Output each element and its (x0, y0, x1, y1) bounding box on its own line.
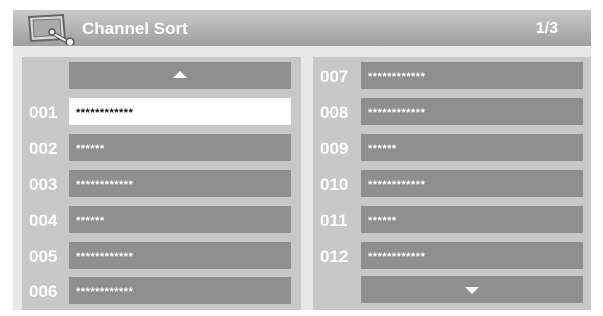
channel-sort-screen: Channel Sort 1/3 001 ************ 002 **… (13, 10, 591, 310)
page-title: Channel Sort (82, 19, 188, 38)
arrow-down-icon (465, 287, 479, 294)
settings-wrench-monitor-icon (27, 13, 75, 45)
channel-name-box[interactable]: ************ (361, 98, 583, 125)
channel-name: ****** (76, 215, 105, 227)
channel-row-002[interactable]: 002 ****** (22, 134, 301, 161)
channel-name-box[interactable]: ****** (69, 134, 291, 161)
channel-name-box[interactable]: ****** (69, 206, 291, 233)
channel-number: 005 (29, 247, 58, 266)
channel-name-box[interactable]: ************ (69, 170, 291, 197)
page-indicator: 1/3 (535, 20, 558, 37)
channel-name-box[interactable]: ************ (361, 62, 583, 89)
channel-number: 007 (320, 67, 349, 86)
channel-number: 002 (29, 139, 58, 158)
channel-number: 008 (320, 103, 349, 122)
channel-row-011[interactable]: 011 ****** (313, 206, 591, 233)
channel-list-left: 001 ************ 002 ****** 003 ********… (22, 57, 301, 310)
channel-name: ************ (76, 179, 134, 191)
channel-name: ************ (368, 179, 426, 191)
channel-row-005[interactable]: 005 ************ (22, 242, 301, 269)
channel-number: 006 (29, 282, 58, 301)
channel-name: ****** (368, 215, 397, 227)
channel-name-box[interactable]: ************ (69, 242, 291, 269)
channel-name: ************ (76, 107, 134, 119)
channel-row-012[interactable]: 012 ************ (313, 242, 591, 269)
header-bar: Channel Sort 1/3 (13, 10, 591, 46)
channel-number: 012 (320, 247, 349, 266)
channel-number: 003 (29, 175, 58, 194)
channel-number: 010 (320, 175, 349, 194)
channel-row-003[interactable]: 003 ************ (22, 170, 301, 197)
channel-name-box[interactable]: ****** (361, 206, 583, 233)
channel-name: ************ (368, 71, 426, 83)
scroll-down-button[interactable] (361, 276, 583, 303)
channel-name-box[interactable]: ************ (69, 98, 291, 125)
channel-number: 001 (29, 103, 58, 122)
channel-name-box[interactable]: ************ (361, 170, 583, 197)
channel-row-009[interactable]: 009 ****** (313, 134, 591, 161)
channel-number: 011 (320, 211, 348, 230)
channel-name: ****** (368, 143, 397, 155)
channel-name: ************ (368, 107, 426, 119)
channel-row-006[interactable]: 006 ************ (22, 277, 301, 304)
scroll-up-button[interactable] (69, 62, 291, 89)
channel-name: ************ (76, 251, 134, 263)
channel-name-box[interactable]: ************ (69, 277, 291, 304)
channel-number: 004 (29, 211, 58, 230)
channel-name: ****** (76, 143, 105, 155)
arrow-up-icon (173, 71, 187, 78)
channel-name-box[interactable]: ****** (361, 134, 583, 161)
channel-row-004[interactable]: 004 ****** (22, 206, 301, 233)
channel-row-001[interactable]: 001 ************ (22, 98, 301, 125)
channel-list-right: 007 ************ 008 ************ 009 **… (313, 57, 591, 310)
channel-row-008[interactable]: 008 ************ (313, 98, 591, 125)
channel-name-box[interactable]: ************ (361, 242, 583, 269)
channel-name: ************ (76, 286, 134, 298)
channel-row-007[interactable]: 007 ************ (313, 62, 591, 89)
channel-number: 009 (320, 139, 349, 158)
channel-name: ************ (368, 251, 426, 263)
channel-row-010[interactable]: 010 ************ (313, 170, 591, 197)
